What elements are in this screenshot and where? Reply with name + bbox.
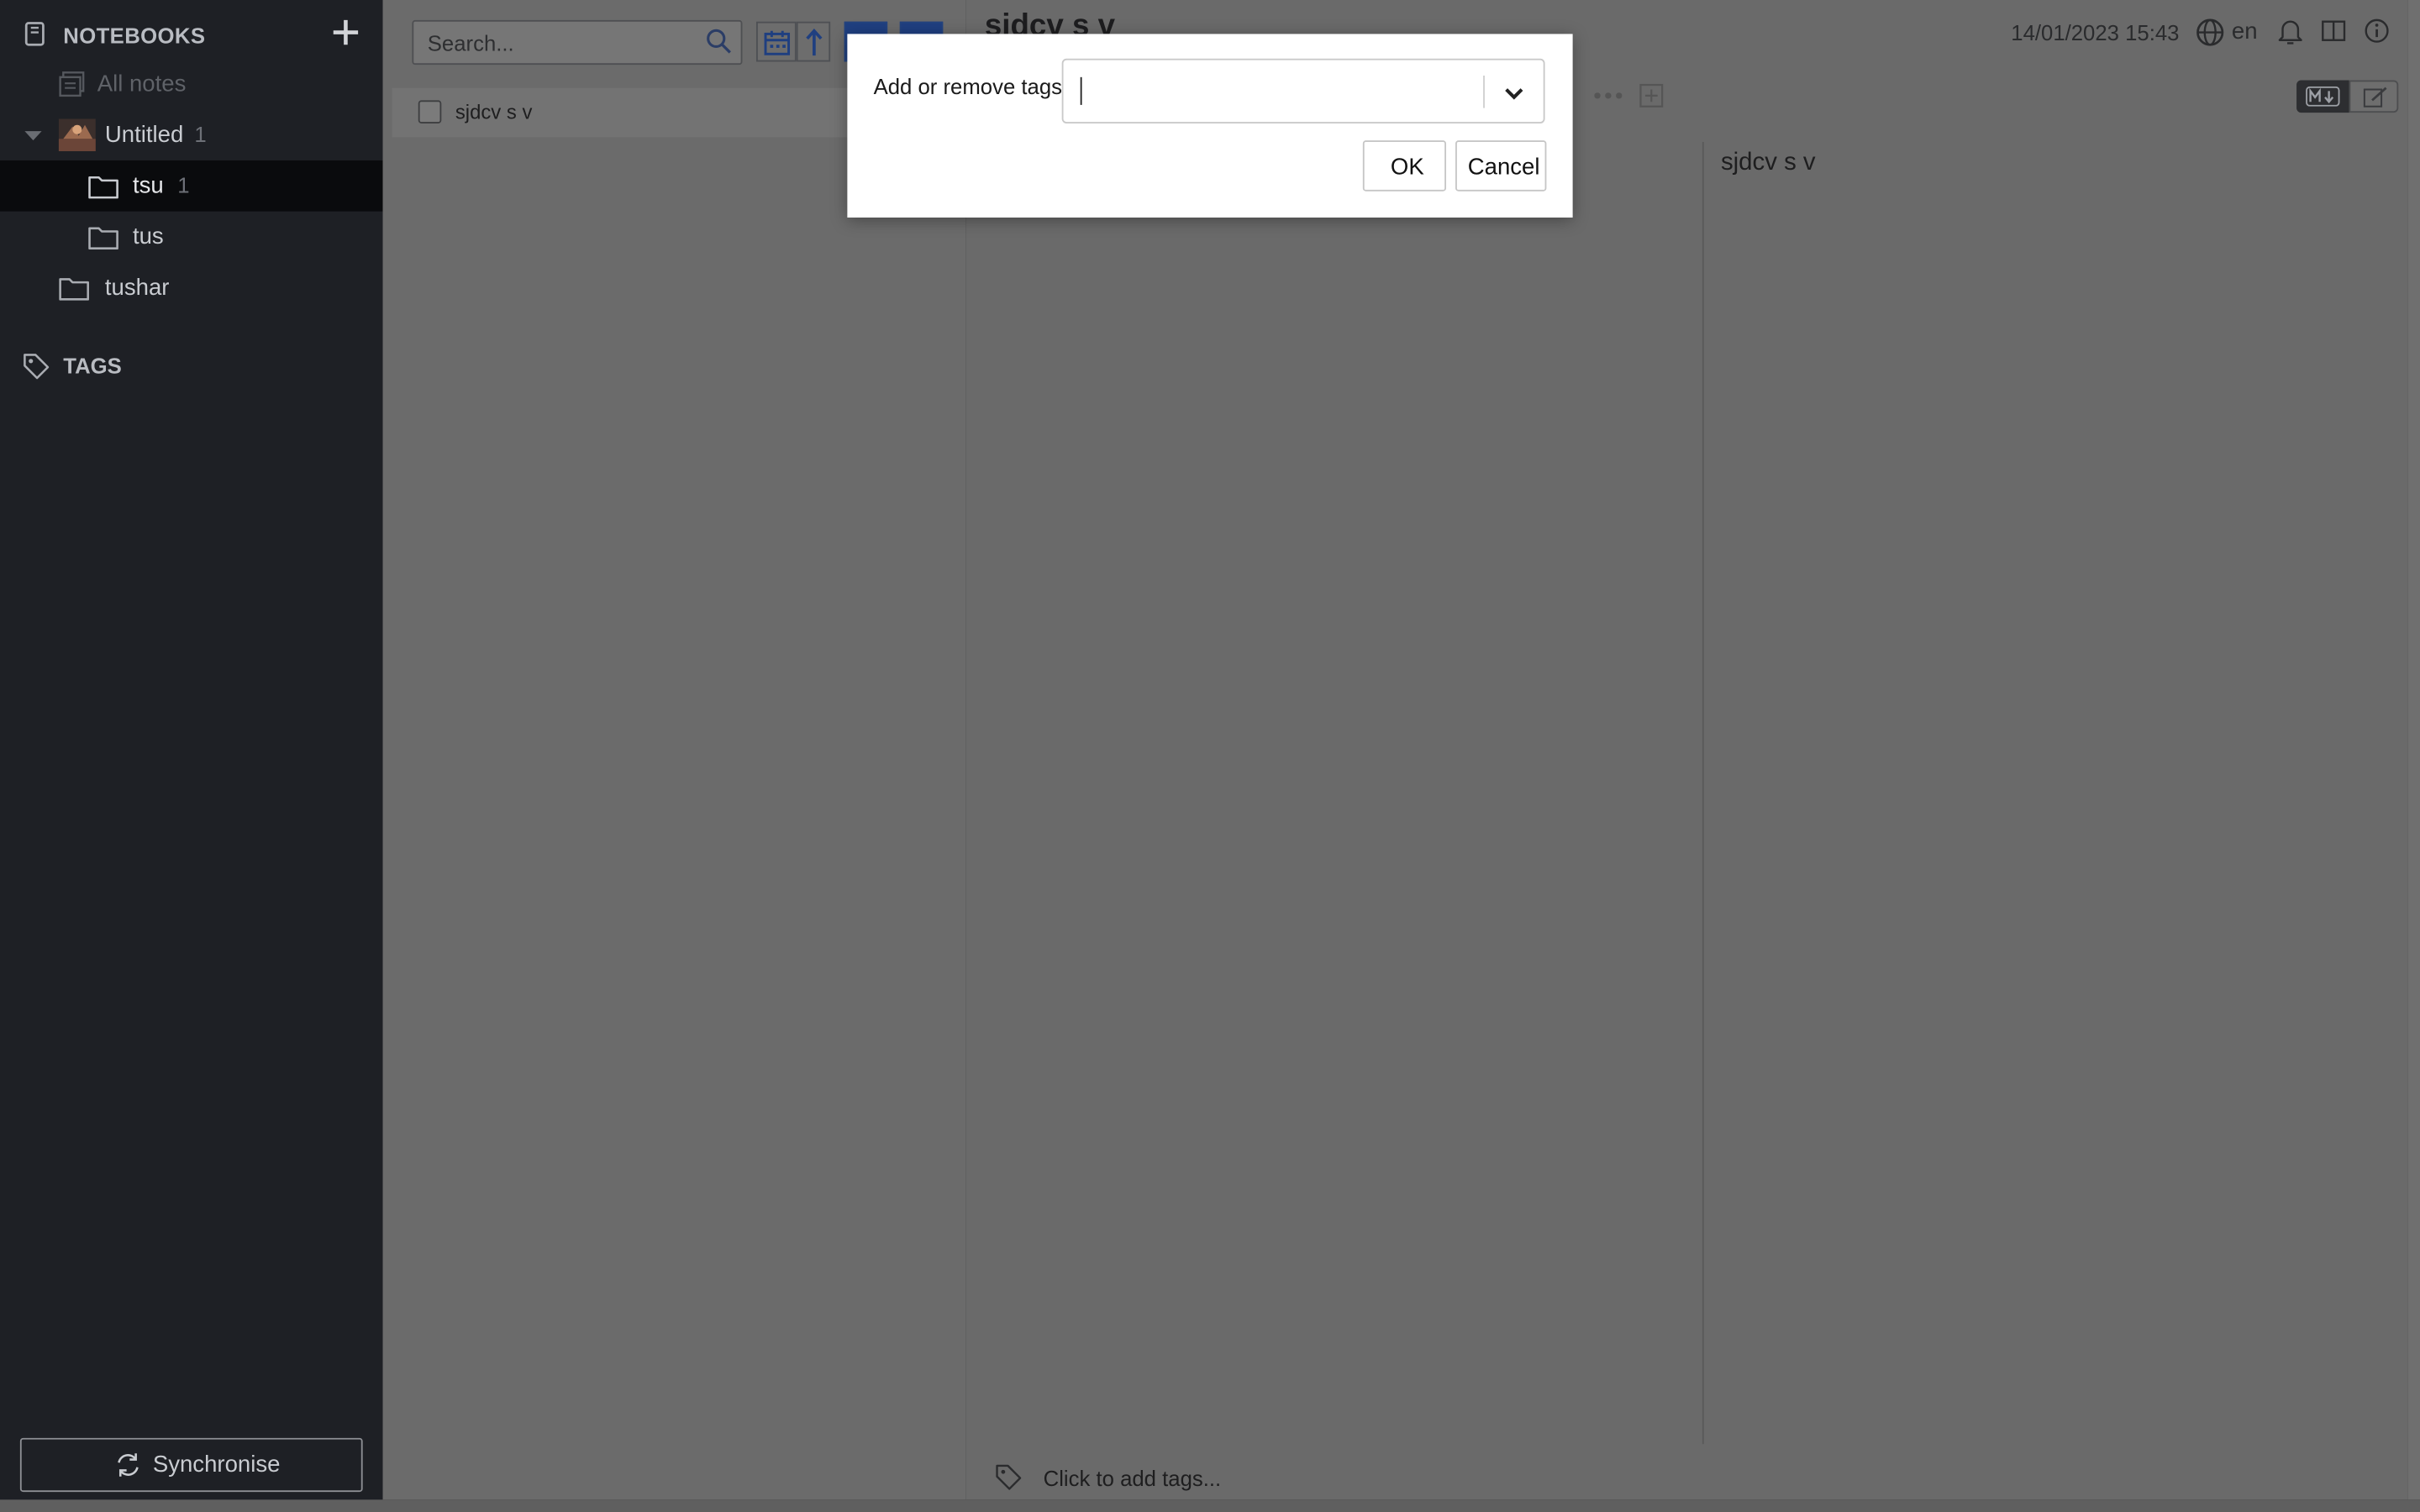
tags-title: TAGS (63, 353, 122, 378)
sidebar-item-tsu[interactable]: tsu 1 (0, 160, 383, 212)
editor-panel (965, 0, 2408, 1500)
synchronise-label: Synchronise (152, 1452, 281, 1478)
globe-icon[interactable] (2195, 17, 2226, 48)
caret-down-icon[interactable] (24, 129, 42, 142)
tags-combobox-input[interactable] (1061, 58, 1545, 123)
sidebar-item-all-notes[interactable]: All notes (0, 59, 383, 110)
book-icon (24, 22, 45, 46)
note-title-input[interactable]: sjdcv s v (985, 9, 1115, 34)
combobox-separator (1483, 76, 1485, 108)
note-datetime[interactable]: 14/01/2023 15:43 (2011, 20, 2179, 45)
note-count: 1 (177, 172, 190, 198)
sidebar-item-label: All notes (97, 71, 187, 97)
sidebar-item-untitled[interactable]: Untitled 1 (0, 109, 383, 160)
note-count: 1 (194, 122, 207, 147)
sidebar-item-tushar[interactable]: tushar (0, 262, 383, 313)
calendar-icon (764, 30, 791, 55)
more-options-icon[interactable] (1593, 90, 1624, 102)
ok-button[interactable]: OK (1362, 140, 1447, 192)
notes-icon (59, 71, 85, 97)
note-list-panel (382, 0, 966, 1500)
sidebar: NOTEBOOKS All notes Untitled 1 tsu 1 tus… (0, 0, 383, 1512)
markdown-icon (2306, 86, 2340, 107)
markdown-view-button[interactable] (2296, 80, 2349, 113)
vertical-scrollbar[interactable] (2407, 0, 2420, 1500)
editor-split-divider[interactable] (1702, 141, 1704, 1445)
note-select-checkbox[interactable] (418, 100, 442, 123)
sidebar-item-label: tsu (132, 172, 164, 199)
arrow-up-icon (806, 28, 823, 56)
sidebar-item-label: tushar (104, 274, 170, 302)
bell-icon[interactable] (2276, 17, 2304, 46)
folder-icon (88, 227, 118, 250)
sidebar-item-label: Untitled (104, 122, 184, 149)
note-title: sjdcv s v (455, 100, 533, 123)
horizontal-scrollbar[interactable] (0, 1499, 2420, 1512)
synchronise-button[interactable]: Synchronise (19, 1437, 363, 1493)
tags-header[interactable]: TAGS (0, 339, 383, 391)
search-input[interactable]: Search... (412, 19, 743, 66)
language-selector[interactable]: en (2232, 18, 2258, 45)
text-cursor (1080, 76, 1082, 105)
sidebar-item-tus[interactable]: tus (0, 212, 383, 263)
refresh-icon (118, 1453, 139, 1477)
insert-icon[interactable] (1639, 83, 1664, 108)
folder-icon (88, 176, 118, 199)
search-icon[interactable] (705, 28, 731, 54)
cancel-label: Cancel (1467, 154, 1540, 181)
sort-by-date-button[interactable] (756, 21, 797, 62)
tag-icon (996, 1464, 1022, 1490)
edit-icon (2363, 87, 2387, 108)
notebooks-header: NOTEBOOKS (0, 0, 383, 68)
columns-icon[interactable] (2320, 17, 2348, 45)
tags-dialog: Add or remove tags: OK Cancel (847, 34, 1573, 218)
folder-icon (59, 278, 89, 301)
note-preview-text: sjdcv s v (1720, 150, 1816, 176)
tag-icon (24, 354, 50, 380)
tags-dialog-prompt: Add or remove tags: (873, 74, 1069, 99)
add-notebook-button[interactable] (329, 15, 362, 49)
add-tags-label: Click to add tags... (1043, 1465, 1222, 1491)
info-icon[interactable] (2363, 17, 2391, 45)
notebooks-title: NOTEBOOKS (63, 23, 206, 48)
search-placeholder: Search... (427, 30, 514, 56)
ok-label: OK (1390, 154, 1424, 181)
sidebar-item-label: tus (132, 223, 164, 250)
chevron-down-icon[interactable] (1502, 81, 1526, 105)
cancel-button[interactable]: Cancel (1455, 140, 1547, 192)
notebook-thumbnail-icon (58, 118, 96, 151)
sort-direction-button[interactable] (796, 21, 831, 62)
edit-view-button[interactable] (2349, 80, 2399, 113)
